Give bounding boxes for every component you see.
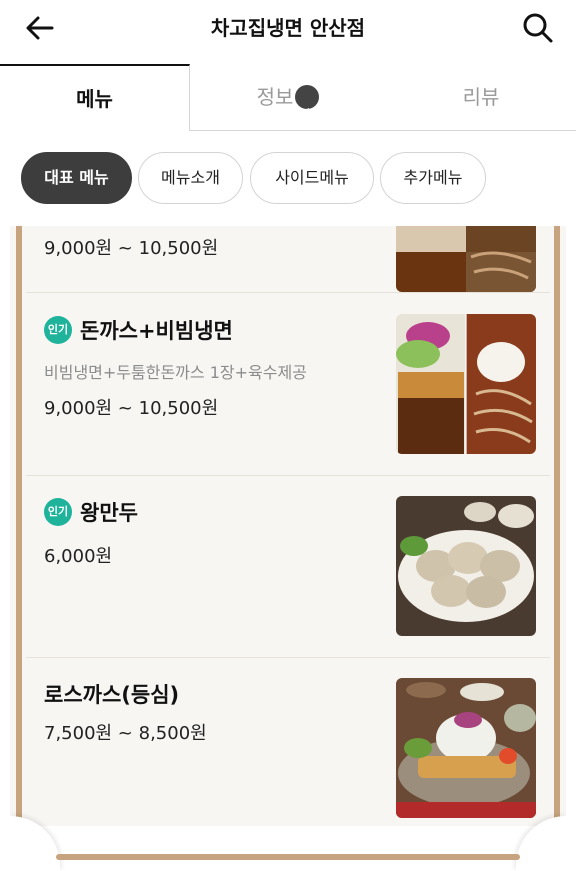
menu-item-title: 인기 왕만두 [44,497,138,528]
menu-item-price: 9,000원 ~ 10,500원 [44,398,219,419]
app-header: 차고집냉면 안산점 [0,0,576,58]
tab-review-label: 리뷰 [462,85,500,109]
tab-bar: 메뉴 정보 리뷰 [0,64,576,131]
megaphone-icon [295,84,320,120]
card-border-left [16,226,22,826]
menu-item-price: 6,000원 [44,546,113,567]
card-bottom-border [56,854,520,860]
menu-item[interactable]: 인기 돈까스+비빔냉면 비빔냉면+두툼한돈까스 1장+육수제공 9,000원 ~ … [26,293,550,476]
menu-list: 9,000원 ~ 10,500원 인기 돈까스+비빔냉면 비빔냉면+두툼한돈까스 … [10,226,566,871]
menu-item-image [396,496,536,636]
tab-review[interactable]: 리뷰 [386,64,576,130]
chip-extra-menu[interactable]: 추가메뉴 [380,152,486,204]
menu-item-image [396,314,536,454]
chip-side-menu[interactable]: 사이드메뉴 [250,152,374,204]
tab-info[interactable]: 정보 [190,64,386,130]
menu-item-image [396,678,536,818]
menu-item[interactable]: 로스까스(등심) 7,500원 ~ 8,500원 [26,657,550,827]
tab-info-label: 정보 [256,85,294,109]
category-chip-bar: 대표 메뉴 메뉴소개 사이드메뉴 추가메뉴 [0,150,576,210]
page-title: 차고집냉면 안산점 [210,16,366,40]
popular-badge: 인기 [44,498,72,526]
tab-menu[interactable]: 메뉴 [0,64,190,131]
menu-item-description: 비빔냉면+두툼한돈까스 1장+육수제공 [44,363,307,382]
popular-badge: 인기 [44,316,72,344]
card-border-right [554,226,560,826]
menu-item-name: 왕만두 [80,501,138,525]
menu-item-title: 인기 돈까스+비빔냉면 [44,315,233,346]
menu-item-partial[interactable]: 9,000원 ~ 10,500원 [26,226,550,293]
tab-menu-label: 메뉴 [76,87,113,111]
chip-menu-intro[interactable]: 메뉴소개 [138,152,243,204]
menu-item-image [396,226,536,292]
card-bottom [10,826,566,871]
search-icon[interactable] [520,10,556,46]
chip-signature-menu[interactable]: 대표 메뉴 [21,152,132,204]
menu-item-name: 돈까스+비빔냉면 [80,319,233,343]
menu-item-price: 9,000원 ~ 10,500원 [44,238,219,259]
menu-item[interactable]: 인기 왕만두 6,000원 [26,475,550,658]
menu-item-name: 로스까스(등심) [44,683,180,707]
menu-item-price: 7,500원 ~ 8,500원 [44,723,207,744]
